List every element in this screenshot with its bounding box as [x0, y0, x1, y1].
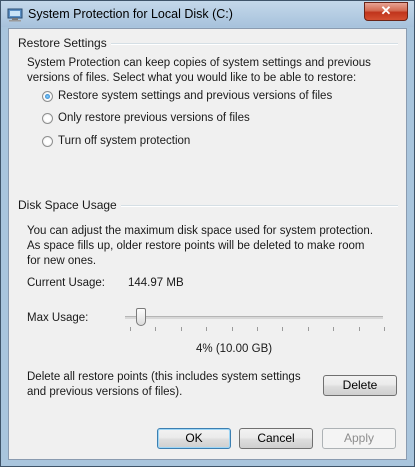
delete-description: Delete all restore points (this includes… [27, 371, 301, 398]
radio-restore-all-label: Restore system settings and previous ver… [58, 90, 333, 102]
cancel-button[interactable]: Cancel [239, 428, 313, 449]
max-usage-slider-thumb[interactable] [136, 308, 147, 326]
radio-button-selected[interactable] [42, 90, 53, 102]
slider-tick [384, 327, 385, 331]
current-usage-value: 144.97 MB [128, 277, 184, 289]
slider-tick [231, 327, 233, 331]
radio-turn-off[interactable]: Turn off system protection [42, 133, 190, 149]
slider-tick [358, 327, 360, 331]
slider-tick [155, 327, 157, 331]
radio-button[interactable] [42, 112, 53, 124]
max-usage-label: Max Usage: [27, 312, 89, 324]
title-bar[interactable]: System Protection for Local Disk (C:) ✕ [1, 1, 414, 27]
radio-restore-all[interactable]: Restore system settings and previous ver… [42, 88, 332, 104]
delete-button[interactable]: Delete [323, 375, 397, 396]
slider-tick [180, 327, 182, 331]
apply-button[interactable]: Apply [322, 428, 396, 449]
radio-button[interactable] [42, 135, 53, 147]
radio-turn-off-label: Turn off system protection [58, 135, 191, 147]
dialog-window: System Protection for Local Disk (C:) ✕ … [0, 0, 415, 467]
restore-settings-header: Restore Settings [18, 36, 111, 50]
restore-settings-description: System Protection can keep copies of sys… [27, 57, 371, 84]
max-usage-slider-track[interactable] [125, 316, 383, 319]
slider-tick [130, 327, 131, 331]
radio-restore-files-only-label: Only restore previous versions of files [58, 112, 250, 124]
radio-restore-files-only[interactable]: Only restore previous versions of files [42, 110, 250, 126]
slider-tick [282, 327, 284, 331]
slider-tick [206, 327, 208, 331]
current-usage-label: Current Usage: [27, 277, 105, 289]
slider-tick [257, 327, 258, 331]
close-icon: ✕ [380, 3, 392, 18]
system-protection-icon [7, 8, 23, 22]
dialog-body: Restore Settings System Protection can k… [8, 28, 407, 460]
slider-tick [307, 327, 309, 331]
max-usage-value: 4% (10.00 GB) [196, 343, 273, 355]
close-button[interactable]: ✕ [364, 2, 408, 21]
ok-button[interactable]: OK [157, 428, 231, 449]
window-title: System Protection for Local Disk (C:) [28, 7, 233, 21]
slider-tick [333, 327, 335, 331]
disk-space-header: Disk Space Usage [18, 198, 121, 212]
disk-space-description: You can adjust the maximum disk space us… [27, 225, 374, 267]
